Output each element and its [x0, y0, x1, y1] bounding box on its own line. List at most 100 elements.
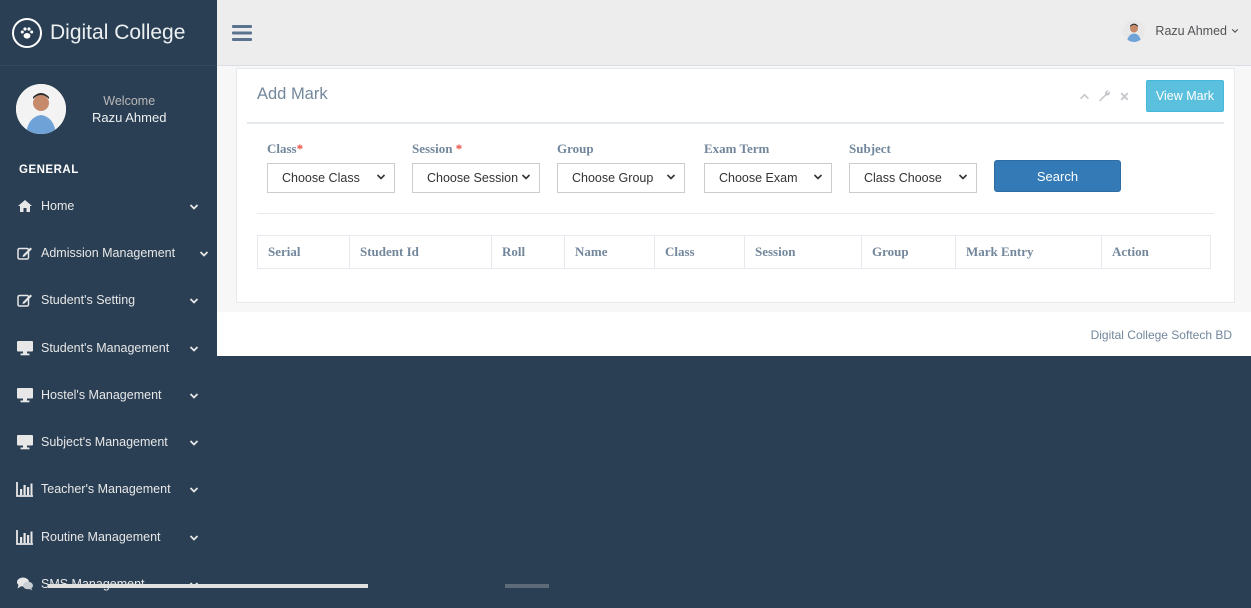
divider — [257, 213, 1214, 214]
sidebar-item-home[interactable]: Home — [0, 182, 217, 229]
col-roll: Roll — [491, 235, 565, 269]
sidebar-item-label: Hostel's Management — [41, 387, 162, 402]
brand-title: Digital College — [50, 20, 186, 44]
marks-table: Serial Student Id Roll Name Class Sessio… — [257, 235, 1211, 269]
session-label: Session — [412, 141, 453, 156]
desktop-icon — [15, 434, 35, 450]
class-select-value: Choose Class — [282, 171, 360, 185]
chevron-down-icon — [376, 171, 386, 185]
comments-icon — [15, 576, 35, 592]
close-icon[interactable] — [1119, 90, 1130, 105]
sidebar-item-label: Subject's Management — [41, 435, 168, 450]
bar-chart-icon — [15, 529, 35, 545]
session-select-value: Choose Session — [427, 171, 519, 185]
user-name: Razu Ahmed — [1155, 24, 1227, 38]
desktop-icon — [15, 387, 35, 403]
main-content: Add Mark View Mark Class* Choose Class S… — [217, 66, 1251, 312]
class-field: Class* Choose Class — [267, 141, 395, 193]
chevron-down-icon — [189, 343, 199, 357]
home-icon — [15, 198, 35, 214]
chevron-down-icon — [189, 390, 199, 404]
panel-header: Add Mark View Mark — [247, 69, 1224, 124]
col-group: Group — [861, 235, 956, 269]
footer-text: Digital College Softech BD — [1090, 328, 1232, 342]
sidebar-item-subjects-management[interactable]: Subject's Management — [0, 418, 217, 465]
sidebar-item-label: Student's Setting — [41, 293, 136, 308]
chevron-down-icon — [813, 171, 823, 185]
col-name: Name — [564, 235, 655, 269]
footer: Digital College Softech BD — [217, 312, 1251, 356]
search-button[interactable]: Search — [994, 160, 1121, 192]
col-session: Session — [744, 235, 862, 269]
group-label: Group — [557, 141, 594, 156]
avatar — [1123, 20, 1146, 42]
sidebar-item-label: Admission Management — [41, 245, 176, 260]
group-field: Group Choose Group — [557, 141, 685, 193]
sidebar-item-label: Student's Management — [41, 340, 170, 355]
sidebar-item-label: Routine Management — [41, 529, 161, 544]
avatar — [16, 84, 66, 134]
exam-term-field: Exam Term Choose Exam — [704, 141, 832, 193]
subject-select[interactable]: Class Choose — [849, 163, 977, 193]
brand[interactable]: Digital College — [0, 0, 217, 66]
profile: Welcome Razu Ahmed — [0, 66, 217, 140]
chevron-down-icon — [666, 171, 676, 185]
chevron-down-icon — [189, 484, 199, 498]
chevron-down-icon — [199, 248, 209, 262]
section-title: GENERAL — [19, 164, 79, 176]
exam-term-select-value: Choose Exam — [719, 171, 798, 185]
class-label: Class — [267, 141, 297, 156]
bar-chart-icon — [15, 481, 35, 498]
user-menu[interactable]: Razu Ahmed — [1123, 20, 1239, 42]
group-select-value: Choose Group — [572, 171, 654, 185]
sidebar-menu: Home Admission Management Student's Sett… — [0, 182, 217, 608]
view-mark-button[interactable]: View Mark — [1145, 80, 1224, 112]
col-serial: Serial — [257, 235, 350, 269]
welcome-text: Welcome — [103, 93, 156, 108]
sidebar-item-admission[interactable]: Admission Management — [0, 229, 217, 276]
chevron-down-icon — [1231, 24, 1239, 38]
paw-icon — [12, 17, 42, 48]
required-mark: * — [296, 141, 304, 156]
profile-name: Razu Ahmed — [92, 109, 167, 125]
panel-toolbox — [1079, 89, 1130, 105]
col-student-id: Student Id — [349, 235, 492, 269]
edit-icon — [15, 245, 35, 261]
col-action: Action — [1101, 235, 1211, 269]
chevron-down-icon — [521, 171, 531, 185]
sidebar-item-hostels-management[interactable]: Hostel's Management — [0, 371, 217, 418]
session-field: Session * Choose Session — [412, 141, 540, 193]
collapse-icon[interactable] — [1079, 90, 1090, 105]
sidebar: Digital College Welcome Razu Ahmed GENER… — [0, 0, 217, 591]
taskbar-strip — [48, 584, 368, 588]
chevron-down-icon — [189, 201, 199, 215]
edit-icon — [15, 292, 35, 308]
taskbar-strip — [505, 584, 549, 588]
sidebar-item-teachers-management[interactable]: Teacher's Management — [0, 466, 217, 513]
group-select[interactable]: Choose Group — [557, 163, 685, 193]
col-mark-entry: Mark Entry — [955, 235, 1102, 269]
exam-term-label: Exam Term — [704, 141, 770, 156]
subject-label: Subject — [849, 141, 891, 156]
col-class: Class — [654, 235, 745, 269]
subject-field: Subject Class Choose — [849, 141, 977, 193]
add-mark-panel: Add Mark View Mark Class* Choose Class S… — [236, 68, 1235, 303]
table-header-row: Serial Student Id Roll Name Class Sessio… — [257, 235, 1211, 269]
chevron-down-icon — [189, 532, 199, 546]
chevron-down-icon — [189, 295, 199, 309]
sidebar-item-label: Home — [41, 198, 75, 213]
sidebar-item-students-setting[interactable]: Student's Setting — [0, 277, 217, 324]
required-mark: * — [455, 141, 463, 156]
wrench-icon[interactable] — [1098, 89, 1111, 105]
panel-title: Add Mark — [257, 85, 328, 103]
sidebar-item-routine-management[interactable]: Routine Management — [0, 513, 217, 560]
chevron-down-icon — [189, 437, 199, 451]
sidebar-item-students-management[interactable]: Student's Management — [0, 324, 217, 371]
sidebar-item-label: Teacher's Management — [41, 482, 171, 497]
session-select[interactable]: Choose Session — [412, 163, 540, 193]
desktop-icon — [15, 340, 35, 356]
class-select[interactable]: Choose Class — [267, 163, 395, 193]
menu-toggle-icon[interactable] — [232, 24, 252, 45]
subject-select-value: Class Choose — [864, 171, 942, 185]
exam-term-select[interactable]: Choose Exam — [704, 163, 832, 193]
